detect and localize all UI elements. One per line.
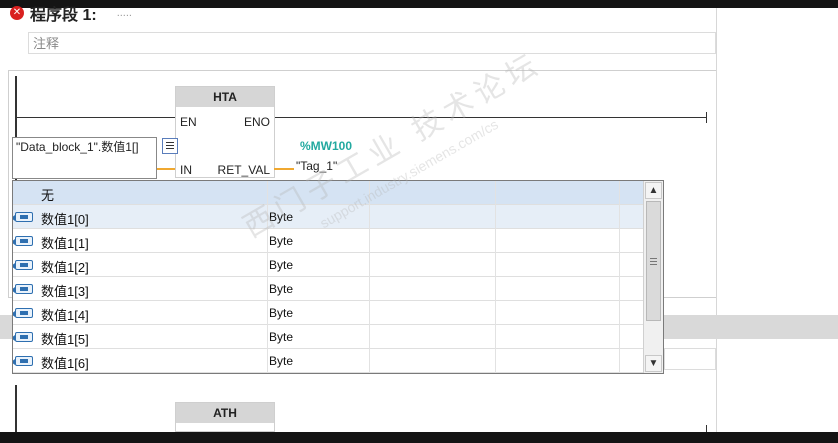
block-name: ATH (176, 403, 274, 423)
pin-in-label: IN (180, 163, 192, 177)
dropdown-row-type: Byte (269, 210, 294, 224)
dropdown-row-type: Byte (269, 306, 294, 320)
dropdown-row[interactable]: 数值1[2] Byte (13, 253, 643, 277)
dropdown-row-type: Byte (269, 234, 294, 248)
in-connector (157, 168, 175, 170)
dropdown-scrollbar[interactable]: ▲ ▼ (643, 181, 663, 373)
en-connection-line[interactable] (15, 117, 175, 118)
network-title: 程序段 1: (30, 7, 97, 24)
dropdown-row[interactable]: 数值1[5] Byte (13, 325, 643, 349)
hta-function-block[interactable]: HTA EN ENO IN RET_VAL (175, 86, 275, 178)
in-operand-input[interactable]: "Data_block_1".数值1[] (12, 137, 157, 179)
tag-item-icon (13, 332, 33, 342)
network-comment-field[interactable]: 注释 (28, 32, 716, 54)
output-address: %MW100 (300, 139, 353, 153)
eno-connection-line[interactable] (274, 117, 707, 118)
autocomplete-dropdown[interactable]: 无 数值1[0] Byte 数值1[1] Byte 数值1[2] Byte 数值… (12, 180, 664, 374)
tag-item-icon (13, 356, 33, 366)
output-tag[interactable]: "Tag_1" (296, 159, 337, 173)
tag-item-icon (13, 260, 33, 270)
dropdown-list: 无 数值1[0] Byte 数值1[1] Byte 数值1[2] Byte 数值… (13, 181, 643, 373)
rung-end-marker-2 (706, 425, 707, 432)
dropdown-row-name: 数值1[4] (41, 308, 89, 323)
tag-item-icon (13, 236, 33, 246)
pin-eno-label: ENO (243, 115, 270, 129)
tag-item-icon (13, 284, 33, 294)
dropdown-row-name: 数值1[1] (41, 236, 89, 251)
dropdown-row[interactable]: 数值1[3] Byte (13, 277, 643, 301)
dropdown-column-divider (369, 181, 370, 373)
dropdown-column-divider (495, 181, 496, 373)
dropdown-row-type: Byte (269, 330, 294, 344)
dropdown-column-divider (619, 181, 620, 373)
dropdown-row-name: 数值1[5] (41, 332, 89, 347)
ath-function-block[interactable]: ATH (175, 402, 275, 432)
dropdown-row[interactable]: 数值1[4] Byte (13, 301, 643, 325)
block-name: HTA (176, 87, 274, 107)
tag-item-icon (13, 212, 33, 222)
rung-end-marker (706, 112, 707, 123)
list-icon[interactable] (162, 138, 178, 154)
scrollbar-thumb[interactable] (646, 201, 661, 321)
editor-right-margin (716, 8, 838, 432)
dropdown-row-type: Byte (269, 354, 294, 368)
window-bottom-edge (0, 432, 838, 443)
network-header[interactable]: ✕ 程序段 1: ..... (10, 3, 132, 24)
error-icon: ✕ (10, 6, 24, 20)
network-2-comment-field[interactable] (664, 348, 716, 370)
dropdown-row-name: 无 (41, 188, 55, 203)
scrollbar-grip (650, 258, 657, 259)
scroll-up-icon[interactable]: ▲ (645, 182, 662, 199)
dropdown-row[interactable]: 数值1[1] Byte (13, 229, 643, 253)
pin-retval-label: RET_VAL (217, 163, 270, 177)
pin-en-label: EN (180, 115, 197, 129)
dropdown-row-name: 数值1[2] (41, 260, 89, 275)
retval-connector (274, 168, 294, 170)
dropdown-row-name: 数值1[3] (41, 284, 89, 299)
scroll-down-icon[interactable]: ▼ (645, 355, 662, 372)
dropdown-column-divider (267, 181, 268, 373)
dropdown-row-name: 数值1[6] (41, 356, 89, 371)
dropdown-row-name: 数值1[0] (41, 212, 89, 227)
network-title-suffix: ..... (116, 7, 132, 19)
dropdown-row[interactable]: 数值1[0] Byte (13, 205, 643, 229)
tag-item-icon (13, 308, 33, 318)
dropdown-row-type: Byte (269, 282, 294, 296)
dropdown-row-none[interactable]: 无 (13, 181, 643, 205)
power-rail-left-2 (15, 385, 17, 432)
dropdown-row[interactable]: 数值1[6] Byte (13, 349, 643, 373)
dropdown-row-type: Byte (269, 258, 294, 272)
